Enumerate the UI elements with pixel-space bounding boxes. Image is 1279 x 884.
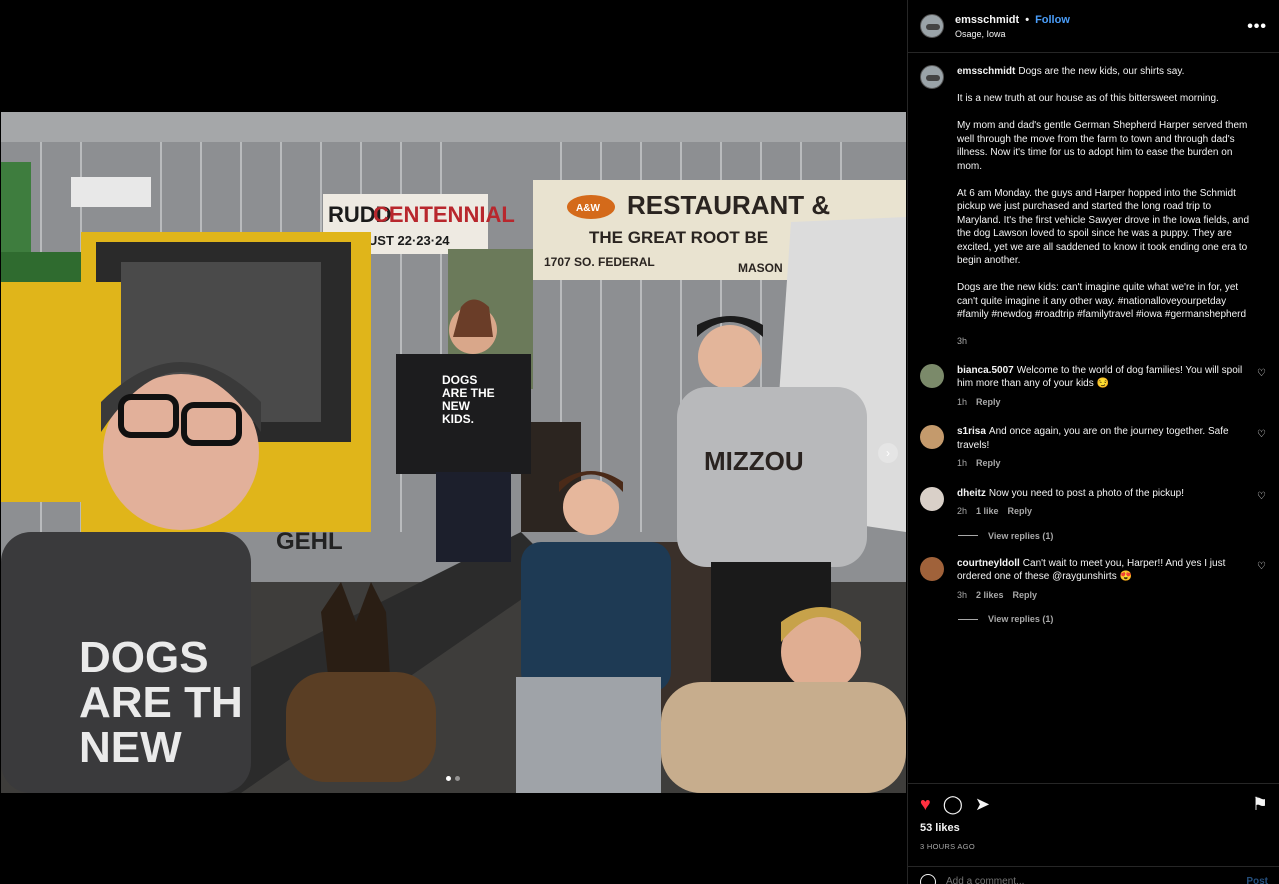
caption-paragraph: Dogs are the new kids, our shirts say. (1018, 66, 1185, 77)
shirt-text-small-2: ARE THE (442, 386, 495, 400)
comment-like-icon[interactable]: ♡ (1257, 368, 1266, 379)
comment: s1risa And once again, you are on the jou… (920, 425, 1268, 471)
reply-button[interactable]: Reply (1008, 505, 1033, 519)
divider-line (958, 618, 978, 620)
author-avatar[interactable] (920, 14, 944, 38)
carousel-dots (446, 776, 460, 781)
commenter-avatar[interactable] (920, 556, 944, 581)
view-replies-label: View replies (1) (988, 614, 1054, 624)
commenter-username[interactable]: courtneyldoll (957, 558, 1020, 569)
root-beer-sign: THE GREAT ROOT BE (589, 228, 768, 247)
comment: courtneyldoll Can't wait to meet you, Har… (920, 556, 1268, 603)
caption-time: 3h (957, 336, 968, 346)
more-options-icon[interactable]: ••• (1247, 18, 1267, 36)
comment-time: 3h (957, 589, 968, 600)
shirt-text-big-2: ARE TH (79, 678, 243, 727)
shirt-text-small-3: NEW (442, 399, 471, 413)
commenter-avatar[interactable] (920, 486, 944, 511)
post-comment-button[interactable]: Post (1246, 876, 1268, 884)
likes-count[interactable]: 53 likes (920, 822, 1268, 834)
gehl-logo: GEHL (276, 528, 343, 555)
photo-illustration: RUDD CENTENNIAL AUGUST 22·23·24 A&W REST… (1, 112, 906, 793)
carousel-dot (455, 776, 460, 781)
follow-button[interactable]: Follow (1035, 14, 1070, 26)
comment-time: 1h (957, 396, 968, 407)
media-pane: RUDD CENTENNIAL AUGUST 22·23·24 A&W REST… (0, 0, 907, 884)
restaurant-sign: RESTAURANT & (627, 190, 830, 220)
divider-line (958, 535, 978, 536)
caption-avatar[interactable] (920, 65, 944, 89)
caption-paragraph: Dogs are the new kids: can't imagine qui… (957, 282, 1247, 320)
comment-likes-count[interactable]: 2 likes (976, 589, 1004, 603)
comment-like-icon[interactable]: ♡ (1257, 561, 1266, 572)
add-comment-bar: Post (908, 866, 1279, 884)
commenter-avatar[interactable] (920, 363, 944, 388)
shirt-text-big-3: NEW (79, 723, 182, 772)
rudd-sign-line2: CENTENNIAL (373, 202, 515, 227)
commenter-username[interactable]: dheitz (957, 488, 986, 499)
emoji-icon[interactable] (920, 873, 936, 884)
comment-likes-count[interactable]: 1 like (976, 505, 999, 519)
separator-dot: • (1025, 13, 1030, 26)
commenter-username[interactable]: bianca.5007 (957, 365, 1014, 376)
comment-time: 2h (957, 506, 968, 516)
caption: emsschmidt Dogs are the new kids, our shi… (920, 65, 1268, 349)
save-bookmark-icon[interactable]: ⚑ (1252, 794, 1268, 814)
share-icon[interactable]: ➤ (975, 794, 990, 814)
shirt-text-big-1: DOGS (79, 633, 209, 682)
post-actions: ♥ ◯ ➤ ⚑ 53 likes 3 HOURS AGO (908, 783, 1279, 851)
comment-like-icon[interactable]: ♡ (1257, 429, 1266, 440)
comment-icon[interactable]: ◯ (943, 794, 963, 814)
mason-sign: MASON (738, 261, 783, 275)
post-time-ago: 3 HOURS AGO (920, 842, 975, 851)
caption-paragraph: It is a new truth at our house as of thi… (957, 93, 1219, 104)
post-header: emsschmidt • Follow Osage, Iowa ••• (908, 0, 1279, 53)
like-icon[interactable]: ♥ (920, 794, 931, 814)
carousel-dot-active (446, 776, 451, 781)
commenter-username[interactable]: s1risa (957, 426, 986, 437)
view-replies-button[interactable]: View replies (1) (958, 614, 1268, 624)
view-replies-button[interactable]: View replies (1) (958, 531, 1268, 541)
view-replies-label: View replies (1) (988, 530, 1054, 541)
add-comment-input[interactable] (946, 876, 1206, 884)
shirt-text-small-1: DOGS (442, 373, 477, 387)
chevron-right-icon: › (886, 446, 890, 460)
shirt-text-small-4: KIDS. (442, 412, 474, 426)
comment-like-icon[interactable]: ♡ (1257, 491, 1266, 502)
reply-button[interactable]: Reply (1013, 589, 1038, 603)
comment-text: Now you need to post a photo of the pick… (988, 487, 1185, 499)
comment-time: 1h (957, 458, 968, 468)
caption-paragraph: My mom and dad's gentle German Shepherd … (957, 120, 1248, 172)
comment: dheitz Now you need to post a photo of th… (920, 486, 1268, 519)
commenter-avatar[interactable] (920, 425, 944, 449)
aw-logo: A&W (576, 203, 600, 214)
post-sidebar: emsschmidt • Follow Osage, Iowa ••• emss… (907, 0, 1279, 884)
comment: bianca.5007 Welcome to the world of dog f… (920, 363, 1268, 410)
reply-button[interactable]: Reply (976, 457, 1001, 471)
post-location[interactable]: Osage, Iowa (955, 29, 1070, 39)
post-photo[interactable]: RUDD CENTENNIAL AUGUST 22·23·24 A&W REST… (1, 112, 906, 793)
caption-username[interactable]: emsschmidt (957, 66, 1015, 77)
author-username[interactable]: emsschmidt (955, 14, 1019, 26)
comments-section[interactable]: emsschmidt Dogs are the new kids, our shi… (908, 53, 1279, 783)
carousel-next-button[interactable]: › (878, 443, 898, 463)
mizzou-text: MIZZOU (704, 446, 804, 476)
address-sign: 1707 SO. FEDERAL (544, 255, 655, 269)
reply-button[interactable]: Reply (976, 396, 1001, 410)
caption-paragraph: At 6 am Monday. the guys and Harper hopp… (957, 187, 1250, 267)
comment-text: And once again, you are on the journey t… (957, 426, 1229, 451)
